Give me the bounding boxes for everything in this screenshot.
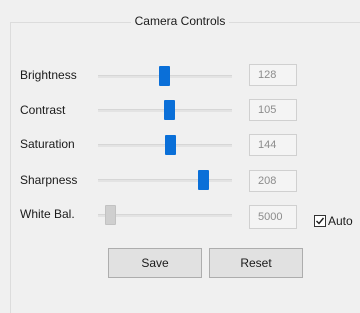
brightness-slider[interactable] <box>98 66 232 86</box>
auto-checkbox-label[interactable]: Auto <box>328 214 353 228</box>
white-balance-slider[interactable] <box>98 205 232 225</box>
contrast-label: Contrast <box>20 103 66 117</box>
slider-track <box>98 214 232 217</box>
brightness-label: Brightness <box>20 68 77 82</box>
slider-track <box>98 179 232 182</box>
slider-thumb[interactable] <box>165 135 176 155</box>
auto-checkbox[interactable]: Auto <box>314 214 353 228</box>
camera-controls-dialog: Camera Controls Brightness 128 Contrast … <box>0 0 360 313</box>
slider-thumb[interactable] <box>198 170 209 190</box>
reset-button[interactable]: Reset <box>209 248 303 278</box>
saturation-slider[interactable] <box>98 135 232 155</box>
slider-thumb[interactable] <box>164 100 175 120</box>
contrast-slider[interactable] <box>98 100 232 120</box>
sharpness-label: Sharpness <box>20 173 78 187</box>
sharpness-value: 208 <box>249 170 297 192</box>
saturation-value: 144 <box>249 134 297 156</box>
white-balance-value: 5000 <box>249 205 297 229</box>
group-title: Camera Controls <box>130 14 230 28</box>
sharpness-slider[interactable] <box>98 170 232 190</box>
contrast-value: 105 <box>249 99 297 121</box>
checkmark-icon[interactable] <box>314 215 326 227</box>
save-button[interactable]: Save <box>108 248 202 278</box>
white-balance-label: White Bal. <box>20 207 75 221</box>
brightness-value: 128 <box>249 64 297 86</box>
saturation-label: Saturation <box>20 137 75 151</box>
slider-thumb[interactable] <box>105 205 116 225</box>
slider-thumb[interactable] <box>159 66 170 86</box>
